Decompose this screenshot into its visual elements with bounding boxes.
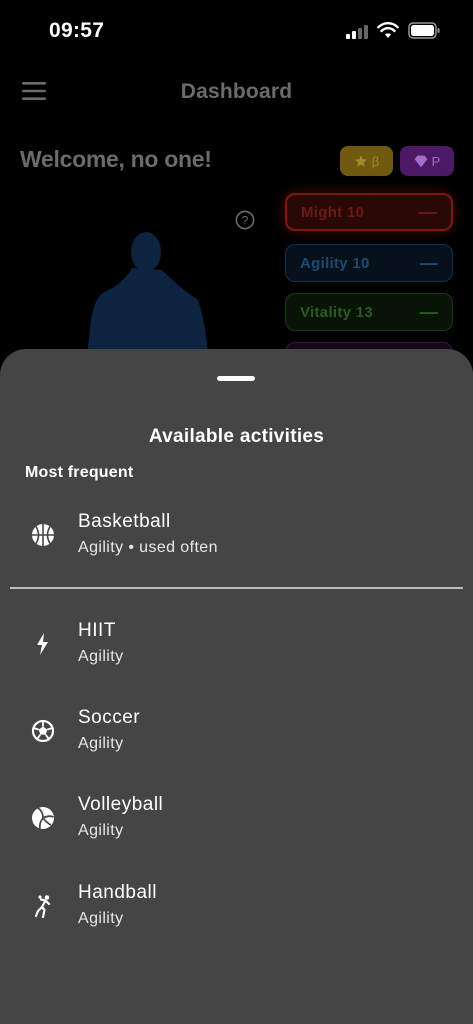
cellular-icon — [346, 25, 368, 39]
volleyball-icon — [32, 807, 54, 829]
stat-vitality[interactable]: Vitality 13 — — [285, 293, 453, 331]
activity-subtitle: Agility — [78, 648, 124, 665]
stat-vitality-label: Vitality 13 — [300, 303, 374, 321]
status-bar: 09:57 — [0, 0, 473, 60]
handball-icon — [34, 895, 51, 918]
help-circle-icon[interactable]: ? — [235, 210, 255, 230]
stat-vitality-minus-button[interactable]: — — [420, 302, 438, 323]
body-silhouette — [87, 232, 208, 355]
stat-agility-minus-button[interactable]: — — [420, 253, 438, 274]
activity-subtitle: Agility — [78, 735, 124, 752]
stat-agility[interactable]: Agility 10 — — [285, 244, 453, 282]
sheet-drag-handle[interactable] — [217, 376, 255, 381]
activities-sheet: Available activities Most frequent Baske… — [0, 349, 473, 1024]
activity-name: Handball — [78, 882, 157, 903]
soccer-ball-icon — [31, 719, 55, 743]
activity-name: Soccer — [78, 707, 141, 728]
activity-item-soccer[interactable]: Soccer Agility — [0, 707, 473, 777]
page-title: Dashboard — [180, 80, 293, 103]
basketball-icon — [32, 524, 54, 546]
activity-subtitle: Agility — [78, 910, 124, 927]
welcome-text: Welcome, no one! — [20, 146, 212, 172]
status-time: 09:57 — [49, 19, 105, 42]
activity-name: Basketball — [78, 511, 171, 532]
star-icon — [354, 155, 367, 167]
section-label-frequent: Most frequent — [25, 464, 134, 481]
pro-badge-label: P — [431, 153, 441, 169]
activity-name: Volleyball — [78, 794, 164, 815]
activity-item-hiit[interactable]: HIIT Agility — [0, 620, 473, 690]
activity-item-handball[interactable]: Handball Agility — [0, 882, 473, 952]
beta-badge[interactable]: β — [340, 146, 393, 176]
stat-agility-label: Agility 10 — [300, 254, 370, 272]
wifi-icon — [377, 22, 399, 38]
diamond-icon — [414, 155, 428, 167]
svg-text:?: ? — [242, 214, 249, 228]
activity-name: HIIT — [78, 620, 116, 641]
activity-subtitle: Agility • used often — [78, 539, 218, 556]
stat-might[interactable]: Might 10 — — [285, 193, 453, 231]
divider — [10, 587, 463, 589]
stat-might-label: Might 10 — [301, 203, 365, 221]
activity-item-basketball[interactable]: Basketball Agility • used often — [0, 511, 473, 581]
activity-subtitle: Agility — [78, 822, 124, 839]
sheet-title: Available activities — [148, 426, 325, 447]
pro-badge[interactable]: P — [400, 146, 454, 176]
activity-item-volleyball[interactable]: Volleyball Agility — [0, 794, 473, 864]
beta-badge-label: β — [371, 153, 380, 169]
battery-icon — [408, 22, 440, 39]
bolt-icon — [37, 633, 48, 655]
stat-might-minus-button[interactable]: — — [419, 202, 437, 223]
